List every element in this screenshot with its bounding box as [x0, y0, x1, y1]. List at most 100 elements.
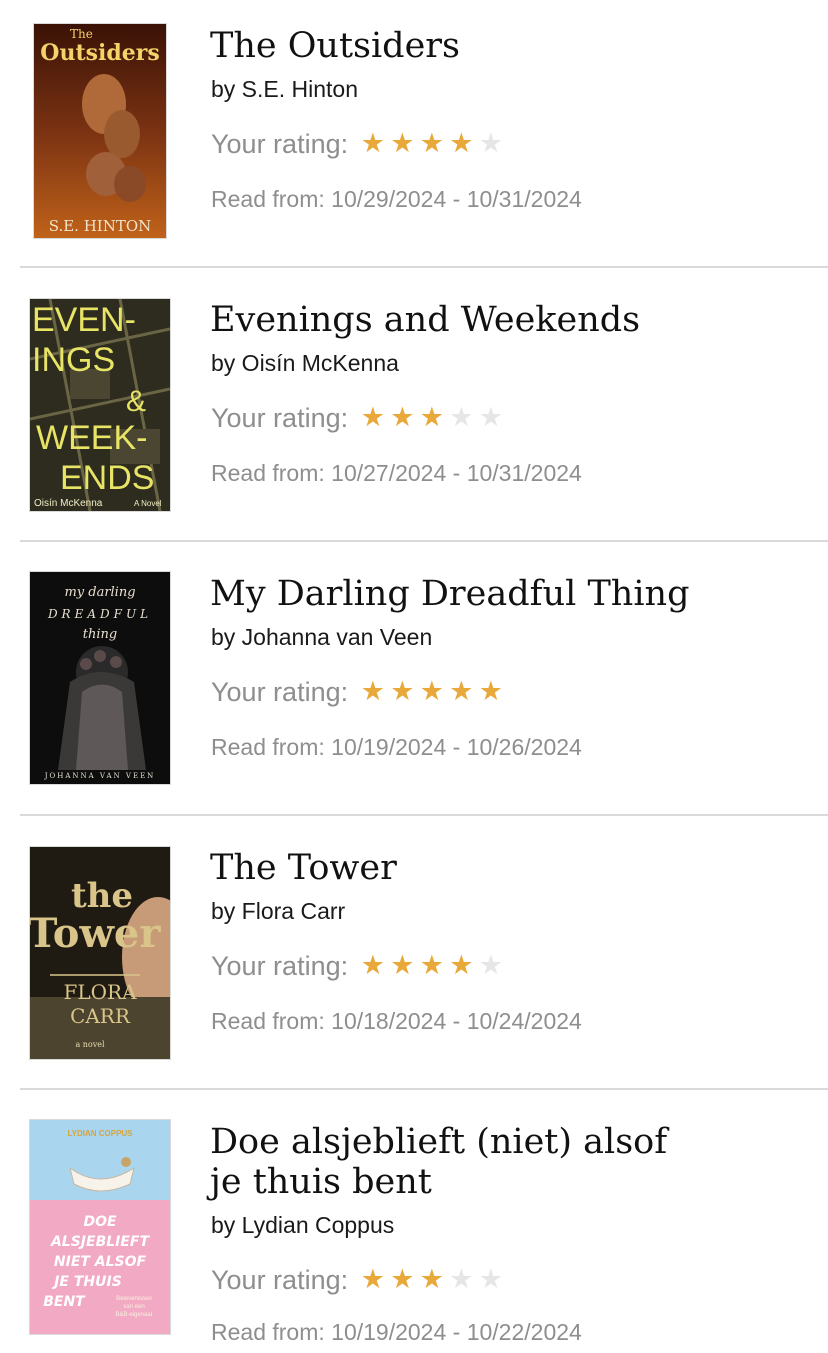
book-cover[interactable]: LYDIAN COPPUS DOE ALSJEBLIEFT NIET ALSOF…: [30, 1120, 170, 1334]
cover-text: JOHANNA VAN VEEN: [44, 772, 156, 780]
star-icon[interactable]: ★: [447, 951, 477, 981]
star-icon[interactable]: ★: [417, 677, 447, 707]
read-dates-row: Read from: 10/27/2024 - 10/31/2024: [211, 459, 582, 487]
cover-text: BENT: [43, 1294, 86, 1310]
book-row[interactable]: the Tower FLORA CARR a novel The Tower b…: [0, 816, 828, 1090]
star-rating[interactable]: ★ ★ ★ ★ ★: [358, 677, 506, 707]
cover-text: Belevenissen: [116, 1296, 152, 1302]
star-rating[interactable]: ★ ★ ★ ★ ★: [358, 951, 506, 981]
book-author[interactable]: by Oisín McKenna: [211, 349, 399, 377]
star-icon[interactable]: ★: [358, 1265, 388, 1295]
star-icon[interactable]: ★: [388, 1265, 418, 1295]
star-icon[interactable]: ★: [417, 1265, 447, 1295]
read-from-label: Read from:: [211, 186, 325, 212]
star-icon[interactable]: ★: [447, 1265, 477, 1295]
read-dates-row: Read from: 10/19/2024 - 10/22/2024: [211, 1318, 582, 1346]
star-icon[interactable]: ★: [476, 129, 506, 159]
read-from-label: Read from:: [211, 734, 325, 760]
cover-text: my darling: [64, 585, 135, 600]
read-from-label: Read from:: [211, 1319, 325, 1345]
star-icon[interactable]: ★: [447, 677, 477, 707]
star-icon[interactable]: ★: [417, 129, 447, 159]
star-icon[interactable]: ★: [358, 677, 388, 707]
rating-row: Your rating: ★ ★ ★ ★ ★: [211, 401, 506, 435]
cover-text: Oisín McKenna: [34, 498, 103, 509]
cover-text: LYDIAN COPPUS: [67, 1129, 133, 1138]
star-icon[interactable]: ★: [358, 403, 388, 433]
read-from-label: Read from:: [211, 1008, 325, 1034]
cover-text: JE THUIS: [51, 1274, 122, 1290]
cover-text: A Novel: [134, 499, 162, 508]
cover-text: The: [70, 27, 93, 41]
book-cover[interactable]: EVEN- INGS & WEEK- ENDS Oisín McKenna A …: [30, 299, 170, 511]
cover-text: a novel: [75, 1040, 105, 1049]
rating-row: Your rating: ★ ★ ★ ★ ★: [211, 1263, 506, 1297]
star-icon[interactable]: ★: [447, 403, 477, 433]
book-row[interactable]: my darling DREADFUL thing JOHANNA VAN VE…: [0, 542, 828, 816]
cover-text: FLORA: [63, 980, 137, 1004]
star-icon[interactable]: ★: [476, 1265, 506, 1295]
star-icon[interactable]: ★: [447, 129, 477, 159]
cover-text: Outsiders: [40, 40, 159, 66]
star-icon[interactable]: ★: [358, 951, 388, 981]
book-row[interactable]: EVEN- INGS & WEEK- ENDS Oisín McKenna A …: [0, 268, 828, 542]
read-dates: 10/27/2024 - 10/31/2024: [331, 460, 582, 486]
book-title[interactable]: Evenings and Weekends: [210, 300, 810, 340]
read-dates: 10/18/2024 - 10/24/2024: [331, 1008, 582, 1034]
rating-label: Your rating:: [211, 128, 349, 159]
rating-row: Your rating: ★ ★ ★ ★ ★: [211, 675, 506, 709]
cover-text: DOE: [83, 1214, 117, 1230]
star-rating[interactable]: ★ ★ ★ ★ ★: [358, 1265, 506, 1295]
rating-row: Your rating: ★ ★ ★ ★ ★: [211, 949, 506, 983]
star-rating[interactable]: ★ ★ ★ ★ ★: [358, 403, 506, 433]
star-icon[interactable]: ★: [388, 129, 418, 159]
cover-text: ENDS: [60, 459, 154, 497]
rating-label: Your rating:: [211, 1264, 349, 1295]
book-author[interactable]: by Johanna van Veen: [211, 623, 432, 651]
reading-list: The Outsiders S.E. HINTON The Outsiders …: [0, 0, 828, 1353]
read-dates-row: Read from: 10/19/2024 - 10/26/2024: [211, 733, 582, 761]
read-dates: 10/19/2024 - 10/22/2024: [331, 1319, 582, 1345]
read-dates-row: Read from: 10/18/2024 - 10/24/2024: [211, 1007, 582, 1035]
star-icon[interactable]: ★: [476, 951, 506, 981]
cover-text: Tower: [30, 910, 161, 957]
rating-row: Your rating: ★ ★ ★ ★ ★: [211, 127, 506, 161]
book-author[interactable]: by Lydian Coppus: [211, 1211, 394, 1239]
star-icon[interactable]: ★: [417, 403, 447, 433]
star-icon[interactable]: ★: [476, 677, 506, 707]
book-author[interactable]: by Flora Carr: [211, 897, 345, 925]
book-author[interactable]: by S.E. Hinton: [211, 75, 358, 103]
cover-text: NIET ALSOF: [54, 1254, 147, 1270]
book-row[interactable]: The Outsiders S.E. HINTON The Outsiders …: [0, 0, 828, 268]
book-title[interactable]: My Darling Dreadful Thing: [210, 574, 810, 614]
star-icon[interactable]: ★: [388, 403, 418, 433]
cover-text: DREADFUL: [47, 607, 152, 621]
cover-text: EVEN-: [32, 301, 136, 339]
cover-text: WEEK-: [36, 419, 147, 457]
book-title[interactable]: Doe alsjeblieft (niet) alsof je thuis be…: [210, 1122, 680, 1202]
book-row[interactable]: LYDIAN COPPUS DOE ALSJEBLIEFT NIET ALSOF…: [0, 1090, 828, 1353]
cover-text: CARR: [70, 1004, 131, 1028]
book-cover[interactable]: the Tower FLORA CARR a novel: [30, 847, 170, 1059]
book-cover[interactable]: The Outsiders S.E. HINTON: [34, 24, 166, 238]
star-icon[interactable]: ★: [388, 677, 418, 707]
star-rating[interactable]: ★ ★ ★ ★ ★: [358, 129, 506, 159]
read-from-label: Read from:: [211, 460, 325, 486]
cover-text: B&B-eigenaar: [115, 1312, 152, 1318]
rating-label: Your rating:: [211, 402, 349, 433]
star-icon[interactable]: ★: [417, 951, 447, 981]
star-icon[interactable]: ★: [388, 951, 418, 981]
star-icon[interactable]: ★: [358, 129, 388, 159]
cover-text: &: [126, 385, 146, 418]
book-cover[interactable]: my darling DREADFUL thing JOHANNA VAN VE…: [30, 572, 170, 784]
book-title[interactable]: The Outsiders: [210, 26, 810, 66]
book-title[interactable]: The Tower: [210, 848, 810, 888]
cover-text: S.E. HINTON: [49, 217, 152, 235]
read-dates: 10/19/2024 - 10/26/2024: [331, 734, 582, 760]
rating-label: Your rating:: [211, 676, 349, 707]
cover-text: thing: [83, 627, 117, 642]
star-icon[interactable]: ★: [476, 403, 506, 433]
read-dates-row: Read from: 10/29/2024 - 10/31/2024: [211, 185, 582, 213]
read-dates: 10/29/2024 - 10/31/2024: [331, 186, 582, 212]
rating-label: Your rating:: [211, 950, 349, 981]
